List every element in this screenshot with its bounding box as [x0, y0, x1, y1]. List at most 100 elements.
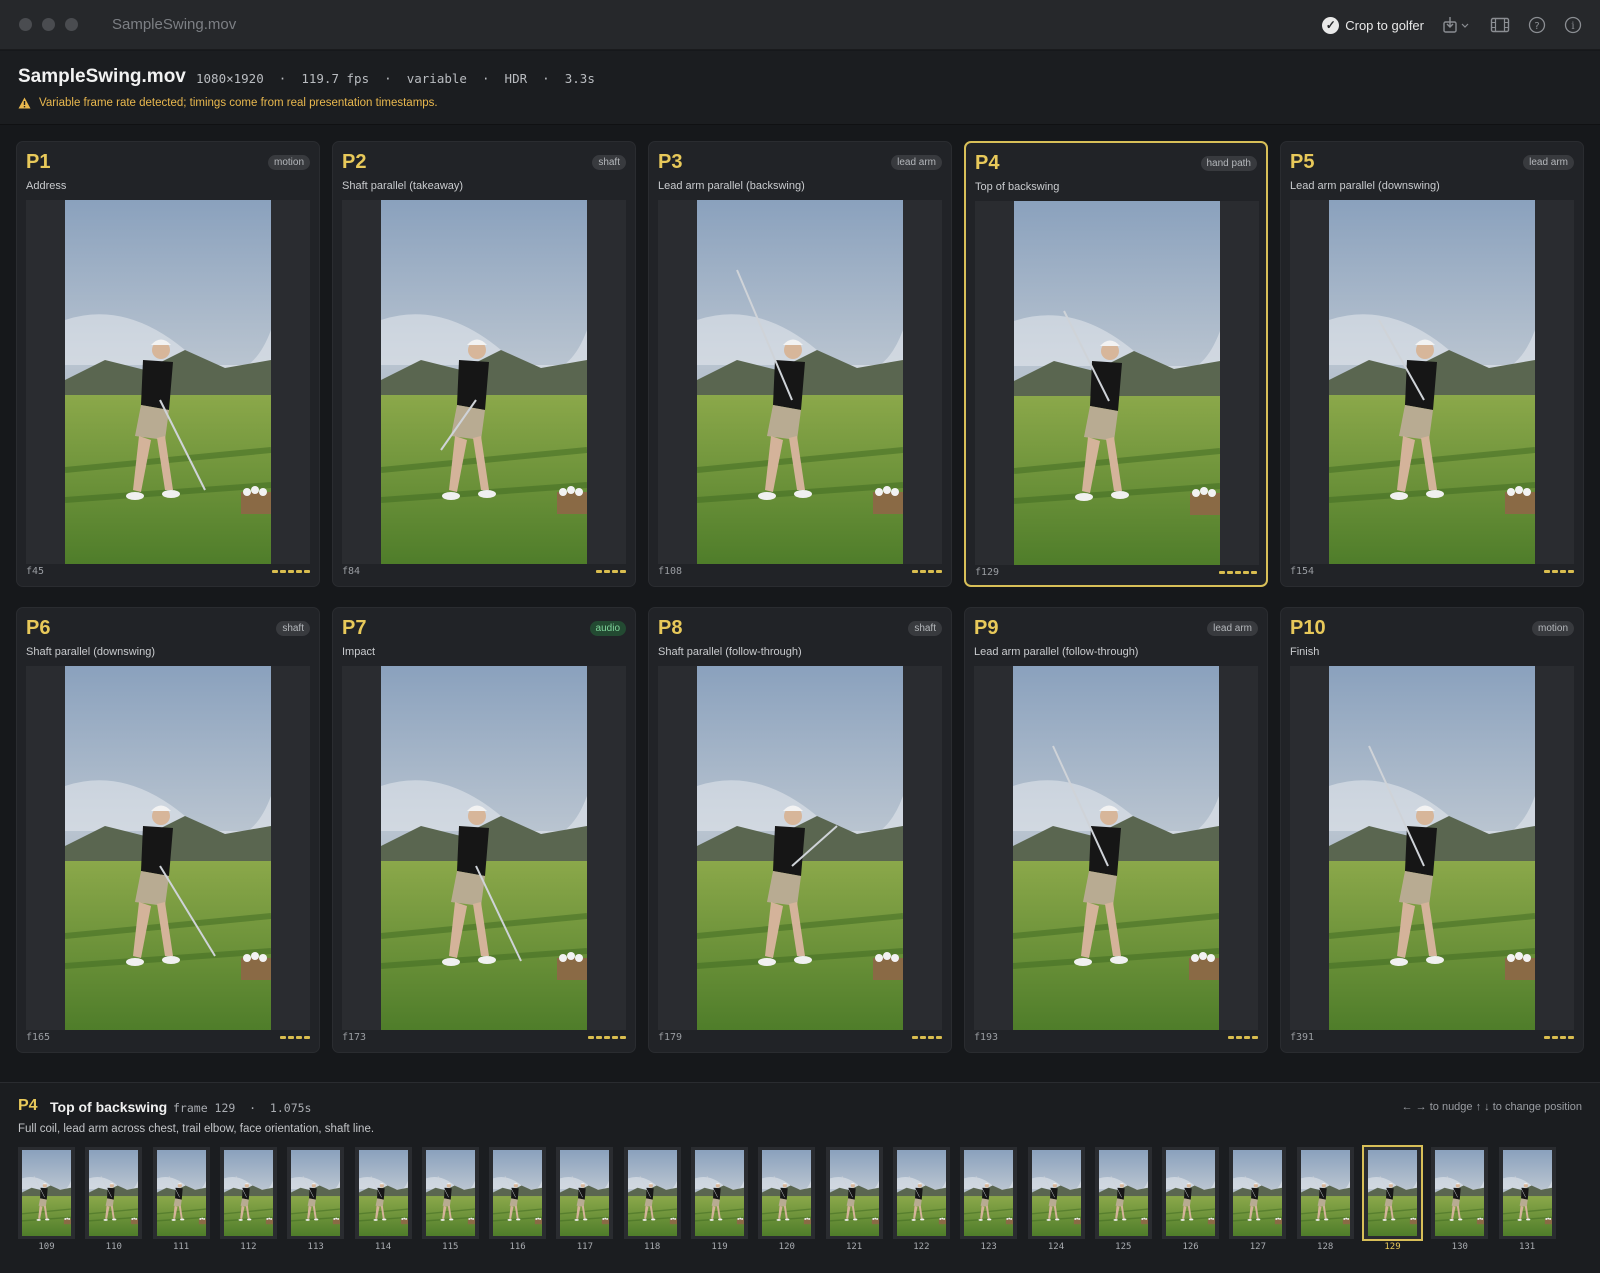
- frame-thumbnail[interactable]: [825, 1147, 883, 1239]
- frame-thumbnail[interactable]: [1362, 1145, 1423, 1241]
- thumbnail-frame-number: 121: [845, 1242, 863, 1252]
- detection-badge: lead arm: [1523, 155, 1574, 170]
- confidence-indicator: [596, 570, 626, 573]
- video-metadata: 1080×1920 · 119.7 fps · variable · HDR ·…: [196, 71, 595, 86]
- close-window-button[interactable]: [19, 18, 32, 31]
- frame-thumbnail[interactable]: [219, 1147, 277, 1239]
- position-label: Shaft parallel (follow-through): [658, 646, 802, 658]
- frame-image: [658, 666, 942, 1030]
- svg-text:i: i: [1571, 21, 1574, 32]
- confidence-dot: [280, 1036, 286, 1039]
- frame-thumbnail[interactable]: [556, 1147, 614, 1239]
- frame-thumbnail[interactable]: [1027, 1147, 1085, 1239]
- detail-position-tag: P4: [18, 1097, 38, 1114]
- confidence-dot: [928, 1036, 934, 1039]
- frame-thumbnail[interactable]: [287, 1147, 345, 1239]
- info-icon: i: [1564, 16, 1582, 34]
- confidence-dot: [596, 570, 602, 573]
- frame-thumbnail[interactable]: [1296, 1147, 1354, 1239]
- frame-thumbnail[interactable]: [960, 1147, 1018, 1239]
- position-card-p5[interactable]: P5 lead arm Lead arm parallel (downswing…: [1280, 141, 1584, 587]
- position-card-p1[interactable]: P1 motion Address f45: [16, 141, 320, 587]
- frame-thumbnail[interactable]: [1162, 1147, 1220, 1239]
- video-filename: SampleSwing.mov: [18, 66, 186, 87]
- confidence-dot: [920, 1036, 926, 1039]
- crop-to-golfer-toggle[interactable]: ✓ Crop to golfer: [1322, 16, 1424, 34]
- video-header: SampleSwing.mov 1080×1920 · 119.7 fps · …: [0, 51, 1600, 125]
- warning-text: Variable frame rate detected; timings co…: [39, 97, 438, 109]
- help-button[interactable]: ?: [1528, 16, 1546, 34]
- confidence-dot: [928, 570, 934, 573]
- frame-thumbnail[interactable]: [1229, 1147, 1287, 1239]
- export-icon: [1443, 17, 1469, 33]
- minimize-window-button[interactable]: [42, 18, 55, 31]
- frame-image: [658, 200, 942, 564]
- frame-image: [26, 666, 310, 1030]
- swing-position-grid: P1 motion Address f45 P2 shaft Shaft par…: [16, 141, 1584, 1058]
- confidence-dot: [936, 1036, 942, 1039]
- detection-badge: shaft: [592, 155, 626, 170]
- frame-number: f84: [342, 566, 361, 577]
- frame-number: f154: [1290, 566, 1315, 577]
- frame-number: f179: [658, 1032, 683, 1043]
- thumbnail-frame-number: 125: [1115, 1242, 1132, 1252]
- thumbnail-frame-number: 116: [509, 1242, 526, 1252]
- confidence-dot: [620, 570, 626, 573]
- frame-thumbnail[interactable]: [1094, 1147, 1152, 1239]
- frame-thumbnail[interactable]: [152, 1147, 210, 1239]
- thumbnail-frame-number: 115: [442, 1242, 459, 1252]
- position-tag: P10: [1290, 617, 1326, 639]
- detection-badge: motion: [1531, 621, 1574, 636]
- confidence-dot: [1544, 1036, 1550, 1039]
- frame-thumbnail[interactable]: [1498, 1147, 1556, 1239]
- position-card-p9[interactable]: P9 lead arm Lead arm parallel (follow-th…: [964, 607, 1268, 1053]
- frame-thumbnail[interactable]: [623, 1147, 681, 1239]
- window-title: SampleSwing.mov: [112, 16, 237, 33]
- frame-thumbnail[interactable]: [892, 1147, 950, 1239]
- position-label: Shaft parallel (takeaway): [342, 180, 464, 192]
- thumbnail-frame-number: 128: [1317, 1242, 1334, 1252]
- position-label: Finish: [1290, 646, 1320, 658]
- frame-thumbnail[interactable]: [1431, 1147, 1489, 1239]
- thumbnail-frame-number: 124: [1047, 1242, 1065, 1252]
- export-button[interactable]: [1442, 16, 1472, 34]
- position-tag: P5: [1290, 151, 1315, 173]
- position-card-p2[interactable]: P2 shaft Shaft parallel (takeaway) f84: [332, 141, 636, 587]
- position-tag: P1: [26, 151, 51, 173]
- frame-number: f173: [342, 1032, 367, 1043]
- position-card-p7[interactable]: P7 audio Impact f173: [332, 607, 636, 1053]
- position-label: Lead arm parallel (follow-through): [974, 646, 1139, 658]
- confidence-indicator: [912, 1036, 942, 1039]
- crop-to-golfer-label: Crop to golfer: [1345, 17, 1424, 33]
- position-label: Address: [26, 180, 67, 192]
- detection-badge: lead arm: [1207, 621, 1258, 636]
- confidence-dot: [912, 570, 918, 573]
- window-controls: [19, 18, 78, 31]
- thumbnail-frame-number: 120: [778, 1242, 795, 1252]
- frame-thumbnail[interactable]: [354, 1147, 412, 1239]
- frame-thumbnail[interactable]: [18, 1147, 75, 1239]
- position-card-p4[interactable]: P4 hand path Top of backswing f129: [964, 141, 1268, 587]
- thumbnail-frame-number: 119: [711, 1242, 728, 1252]
- confidence-dot: [1544, 570, 1550, 573]
- zoom-window-button[interactable]: [65, 18, 78, 31]
- position-label: Impact: [342, 646, 376, 658]
- position-card-p10[interactable]: P10 motion Finish f391: [1280, 607, 1584, 1053]
- frame-thumbnail[interactable]: [691, 1147, 748, 1239]
- position-card-p8[interactable]: P8 shaft Shaft parallel (follow-through): [648, 607, 952, 1053]
- confidence-dot: [588, 1036, 594, 1039]
- frame-thumbnail[interactable]: [758, 1147, 816, 1239]
- position-tag: P6: [26, 617, 51, 639]
- frame-thumbnail[interactable]: [421, 1147, 479, 1239]
- detail-frame-meta: frame 129 · 1.075s: [173, 1101, 312, 1115]
- frame-thumbnail[interactable]: [85, 1147, 143, 1239]
- info-button[interactable]: i: [1564, 16, 1582, 34]
- frame-image: [342, 200, 626, 564]
- frame-number: f165: [26, 1032, 51, 1043]
- filmstrip-button[interactable]: [1490, 16, 1510, 34]
- checkmark-icon: ✓: [1322, 16, 1340, 34]
- position-card-p3[interactable]: P3 lead arm Lead arm parallel (backswing…: [648, 141, 952, 587]
- confidence-dot: [1227, 571, 1233, 574]
- position-card-p6[interactable]: P6 shaft Shaft parallel (downswing) f165: [16, 607, 320, 1053]
- frame-thumbnail[interactable]: [489, 1147, 547, 1239]
